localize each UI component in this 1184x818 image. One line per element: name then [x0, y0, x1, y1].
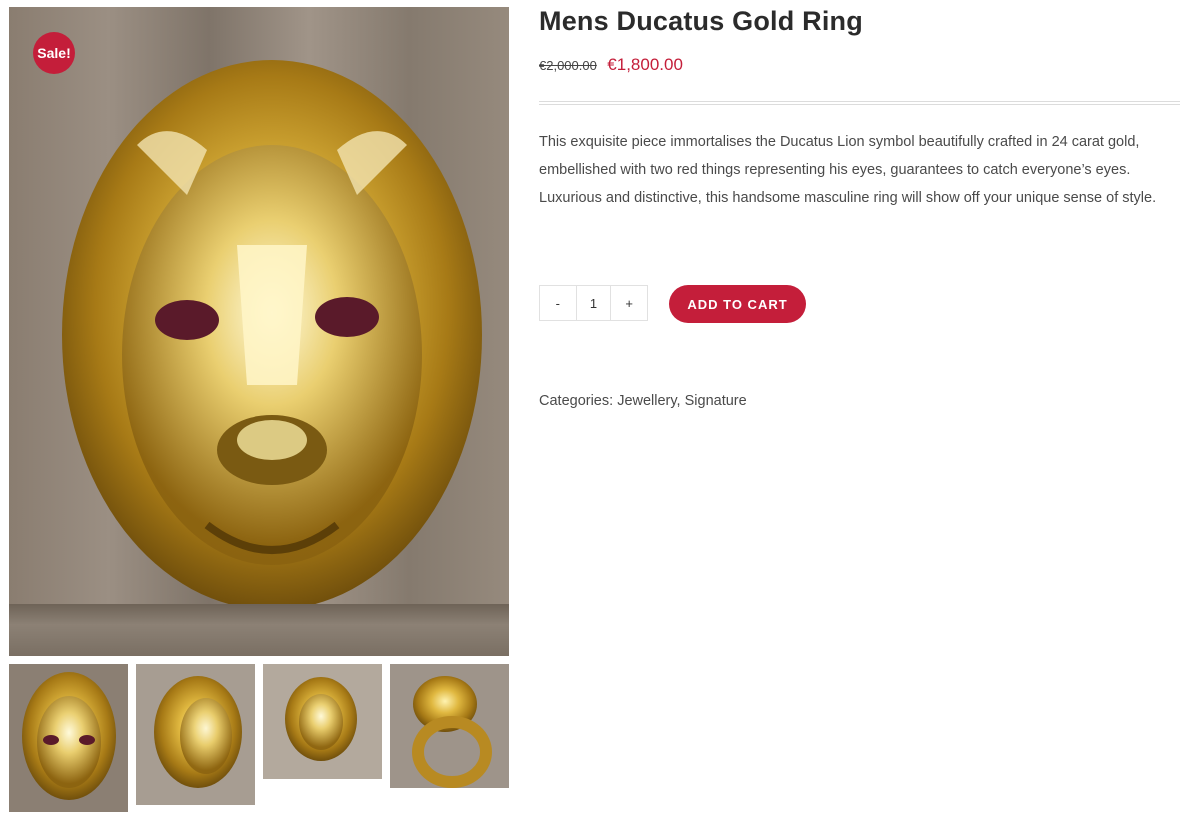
thumbnail-4[interactable]: [390, 664, 509, 788]
quantity-stepper: - 1 +: [539, 285, 648, 321]
lion-ring-thumbnail: [390, 664, 509, 788]
product-title: Mens Ducatus Gold Ring: [539, 6, 863, 36]
lion-ring-image: [62, 60, 482, 610]
old-price: €2,000.00: [539, 58, 597, 73]
thumbnail-2[interactable]: [136, 664, 255, 805]
lion-ring-thumbnail: [263, 664, 382, 779]
categories-label: Categories:: [539, 393, 614, 409]
product-main-image[interactable]: Sale!: [9, 7, 509, 656]
lion-ring-thumbnail: [136, 664, 255, 805]
sale-badge: Sale!: [33, 32, 75, 74]
quantity-increment-button[interactable]: +: [611, 286, 647, 320]
divider: [539, 101, 1180, 105]
product-price: €2,000.00 €1,800.00: [539, 55, 683, 75]
category-separator: ,: [676, 393, 681, 409]
thumbnail-1[interactable]: [9, 664, 128, 812]
lion-ring-thumbnail: [9, 664, 128, 812]
sale-price: €1,800.00: [607, 55, 683, 74]
wooden-plank: [9, 604, 509, 656]
category-link-signature[interactable]: Signature: [685, 393, 747, 409]
product-categories: Categories: Jewellery, Signature: [539, 393, 747, 409]
category-link-jewellery[interactable]: Jewellery: [617, 393, 676, 409]
quantity-input[interactable]: 1: [575, 286, 612, 320]
quantity-decrement-button[interactable]: -: [540, 286, 576, 320]
add-to-cart-button[interactable]: ADD TO CART: [669, 285, 806, 323]
thumbnail-3[interactable]: [263, 664, 382, 779]
product-description: This exquisite piece immortalises the Du…: [539, 134, 1157, 206]
